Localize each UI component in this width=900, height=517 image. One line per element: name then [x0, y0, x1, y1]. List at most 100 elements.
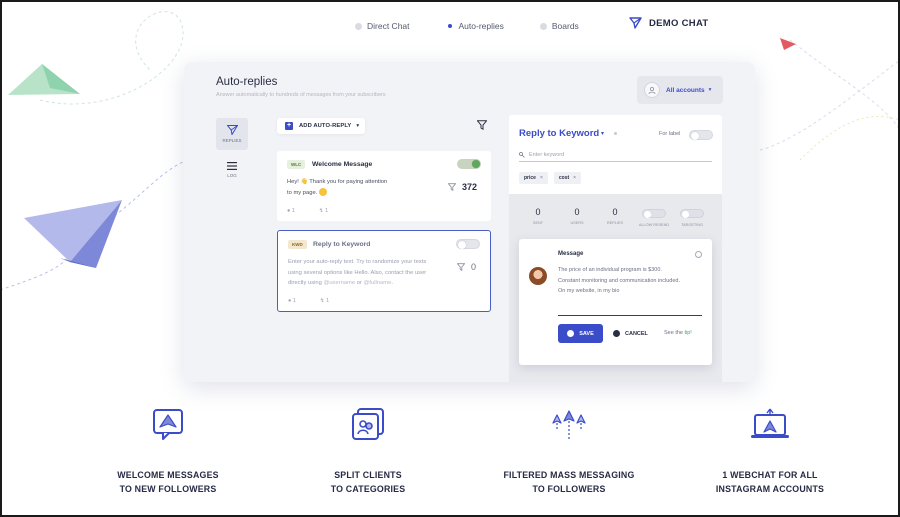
- stat-users: 0 USERS: [570, 207, 584, 225]
- feature-label: 1 WEBCHAT FOR ALL INSTAGRAM ACCOUNTS: [715, 470, 825, 494]
- accounts-dropdown[interactable]: All accounts ▾: [637, 76, 723, 104]
- add-auto-reply-label: ADD AUTO-REPLY: [299, 123, 352, 129]
- nav-direct-chat-label: Direct Chat: [367, 21, 410, 31]
- filter-icon[interactable]: [477, 120, 487, 130]
- side-nav: REPLIES LOG: [216, 118, 248, 186]
- reply-text: Hey! 👋 Thank you for paying attention to…: [287, 177, 437, 198]
- feature-label: FILTERED MASS MESSAGING TO FOLLOWERS: [503, 470, 635, 494]
- reply-text: Enter your auto-reply text. Try to rando…: [288, 257, 448, 289]
- add-auto-reply-button[interactable]: + ADD AUTO-REPLY ▾: [277, 118, 365, 134]
- keyword-chip[interactable]: cost ×: [553, 172, 582, 184]
- chevron-down-icon[interactable]: ▾: [601, 130, 604, 137]
- sidenav-replies-label: REPLIES: [222, 138, 242, 143]
- nav-direct-chat[interactable]: Direct Chat: [355, 21, 410, 31]
- reply-text-line: Hey! 👋 Thank you for paying attention: [287, 179, 388, 185]
- reply-text-line: using several options like Hello. Also, …: [288, 269, 427, 276]
- menu-lines-icon: [227, 162, 237, 170]
- check-circle-icon: [567, 330, 575, 337]
- reply-card-keyword[interactable]: KWD Reply to Keyword Enter your auto-rep…: [277, 230, 491, 312]
- sidenav-log-label: LOG: [227, 173, 237, 178]
- auto-replies-card: Auto-replies Answer automatically to hun…: [184, 62, 755, 382]
- brand-logo[interactable]: DEMO CHAT: [629, 17, 709, 29]
- replies-plane-icon: [226, 125, 238, 135]
- page-subtitle: Answer automatically to hundreds of mess…: [216, 92, 386, 98]
- account-avatar-icon: [644, 82, 660, 98]
- close-icon[interactable]: ×: [540, 175, 543, 181]
- message-text[interactable]: The price of an individual program is $3…: [558, 265, 698, 297]
- feature-label: SPLIT CLIENTS TO CATEGORIES: [330, 470, 406, 494]
- targeting-label: TARGETING: [681, 223, 703, 227]
- message-card: Message The price of an individual progr…: [519, 239, 712, 365]
- allow-resend-toggle[interactable]: [642, 209, 666, 218]
- top-nav: Direct Chat Auto-replies Boards: [355, 18, 615, 34]
- radio-dot-active-icon: [447, 24, 452, 28]
- keyword-section: Reply to Keyword ▾ For label Enter keywo…: [509, 115, 722, 194]
- reply-text-line-2: to my page.: [287, 187, 437, 199]
- keyword-placeholder: Enter keyword: [529, 151, 565, 158]
- nav-auto-replies[interactable]: Auto-replies: [446, 21, 504, 31]
- reply-stats: ● 1 ↯ 1: [288, 298, 353, 304]
- reply-editor-panel: Reply to Keyword ▾ For label Enter keywo…: [509, 115, 722, 382]
- see-tip-link[interactable]: See the tip!: [664, 330, 692, 336]
- split-icon: ↯ 1: [318, 208, 329, 214]
- nav-boards-label: Boards: [551, 21, 579, 31]
- comment-icon: ● 1: [287, 208, 295, 214]
- chevron-down-icon: ▾: [708, 87, 712, 93]
- keyword-input[interactable]: Enter keyword: [519, 148, 712, 162]
- save-button[interactable]: SAVE: [558, 324, 603, 343]
- targeting-toggle[interactable]: [680, 209, 704, 218]
- reply-text-line: Enter your auto-reply text. Try to rando…: [288, 259, 427, 265]
- for-label-toggle[interactable]: [689, 130, 713, 140]
- keyword-chip[interactable]: price ×: [519, 172, 548, 184]
- info-dot-icon: [614, 132, 617, 135]
- filter-icon: [447, 183, 456, 191]
- allow-resend-label: ALLOW RESEND: [638, 223, 670, 227]
- split-clients-icon: [278, 404, 458, 444]
- radio-dot-icon: [355, 22, 362, 30]
- mass-messaging-planes-icon: [479, 404, 659, 444]
- feature-welcome: WELCOME MESSAGES TO NEW FOLLOWERS: [78, 404, 258, 496]
- feature-webchat: 1 WEBCHAT FOR ALL INSTAGRAM ACCOUNTS: [680, 404, 860, 496]
- chevron-down-icon: ▾: [356, 123, 360, 129]
- feature-label: WELCOME MESSAGES TO NEW FOLLOWERS: [117, 470, 219, 494]
- reply-card-welcome[interactable]: WLC Welcome Message Hey! 👋 Thank you for…: [277, 151, 491, 221]
- laptop-webchat-icon: [680, 404, 860, 444]
- feature-mass-messaging: FILTERED MASS MESSAGING TO FOLLOWERS: [479, 404, 659, 496]
- reply-enabled-toggle[interactable]: [457, 159, 481, 169]
- brand-name: DEMO CHAT: [649, 17, 709, 29]
- reply-stats: ● 1 ↯ 1: [287, 208, 352, 214]
- stat-sent: 0 SENT: [532, 207, 544, 225]
- split-icon: ↯ 1: [319, 298, 330, 304]
- paper-plane-logo-icon: [629, 17, 642, 29]
- stats-section: 0 SENT 0 USERS 0 REPLIES ALLOW RESEND TA…: [509, 194, 722, 382]
- avatar: [529, 267, 547, 285]
- key-icon: [519, 151, 525, 158]
- plus-icon: +: [285, 122, 293, 130]
- message-title: Message: [558, 251, 584, 257]
- close-circle-icon: [613, 330, 620, 337]
- reply-text-line: directly using @username or @fullname.: [288, 280, 393, 286]
- sidenav-replies[interactable]: REPLIES: [216, 118, 248, 150]
- accounts-label: All accounts: [666, 86, 705, 94]
- smile-emoji-icon: [318, 187, 327, 196]
- welcome-chat-icon: [78, 404, 258, 444]
- nav-boards[interactable]: Boards: [539, 21, 579, 31]
- reply-title: Reply to Keyword: [313, 241, 371, 248]
- page-title: Auto-replies: [216, 76, 278, 88]
- nav-auto-replies-label: Auto-replies: [458, 21, 504, 31]
- editor-title[interactable]: Reply to Keyword: [519, 128, 599, 139]
- cancel-button[interactable]: CANCEL: [613, 324, 648, 343]
- emoji-picker-icon[interactable]: [695, 251, 702, 258]
- radio-dot-icon: [539, 22, 547, 30]
- reply-sent-count: 372: [447, 182, 477, 192]
- reply-enabled-toggle[interactable]: [456, 239, 480, 249]
- reply-sent-count: 0: [456, 262, 476, 272]
- keyword-chips: price × cost ×: [519, 172, 587, 184]
- close-icon[interactable]: ×: [573, 175, 576, 181]
- sidenav-log[interactable]: LOG: [216, 154, 248, 186]
- feature-split: SPLIT CLIENTS TO CATEGORIES: [278, 404, 458, 496]
- for-label-text: For label: [659, 131, 681, 137]
- reply-title: Welcome Message: [312, 161, 373, 168]
- reply-tag: WLC: [287, 160, 306, 169]
- message-underline: [558, 315, 702, 316]
